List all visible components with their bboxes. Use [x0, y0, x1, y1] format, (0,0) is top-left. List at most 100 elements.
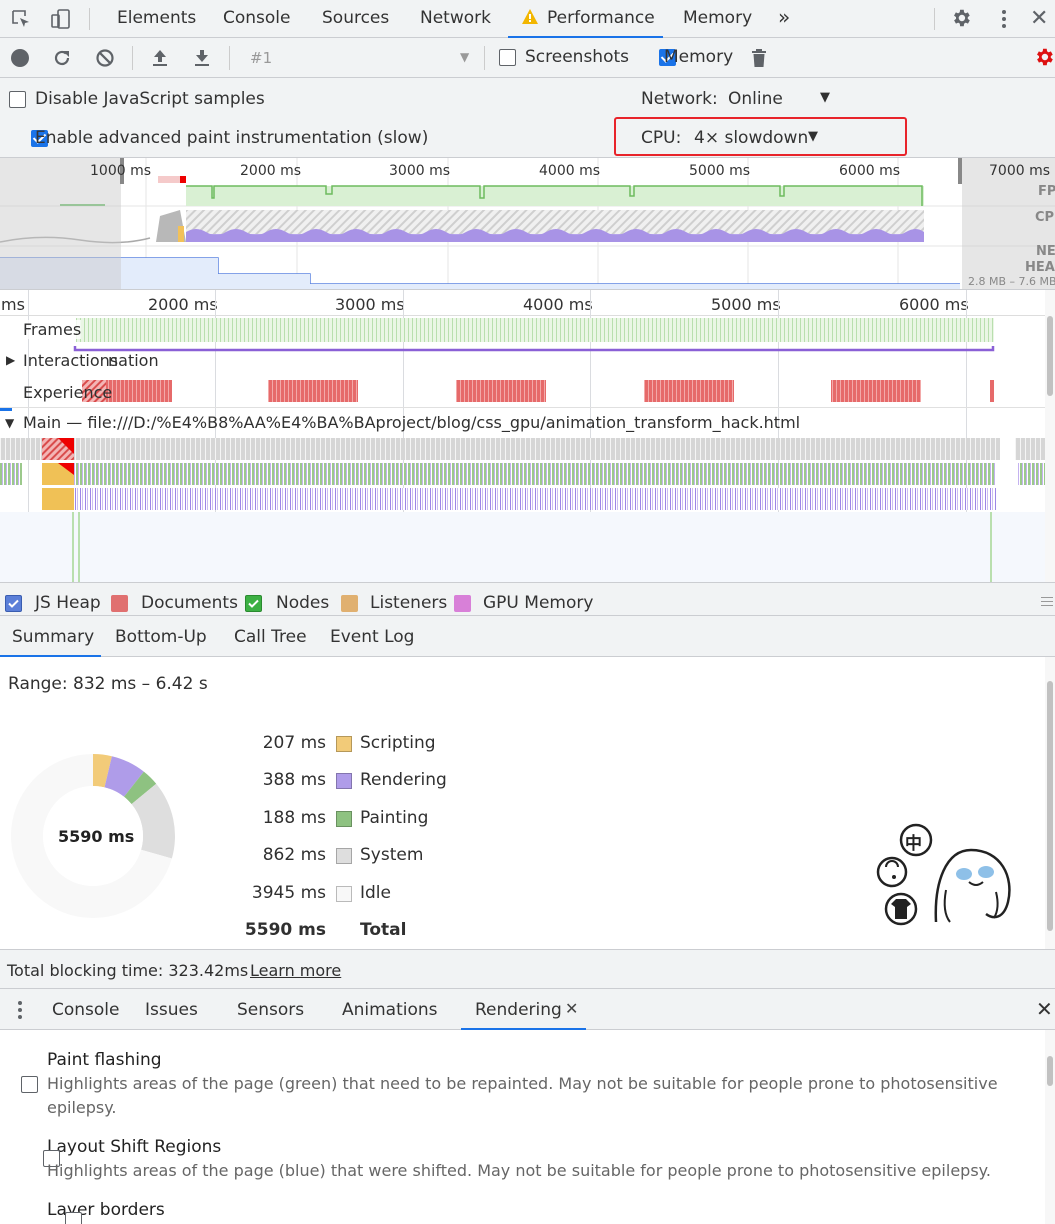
total-blocking-time: Total blocking time: 323.42ms [7, 961, 249, 980]
learn-more-link[interactable]: Learn more [250, 961, 341, 980]
tab-memory[interactable]: Memory [683, 8, 752, 28]
chevron-down-icon: ▼ [820, 90, 830, 105]
main-track-label[interactable]: Main — file:///D:/%E4%B8%AA%E4%BA%BAproj… [23, 413, 800, 432]
cpu-label: CPU [1035, 210, 1055, 225]
summary-label: Painting [360, 808, 429, 828]
drawer-tab-issues[interactable]: Issues [145, 1000, 198, 1020]
network-throttle-value: Online [728, 89, 783, 109]
summary-row-scripting: 207 ms Scripting [0, 733, 480, 757]
close-drawer-icon[interactable]: ✕ [1036, 997, 1053, 1021]
nodes-label: Nodes [276, 593, 330, 613]
nodes-checkbox[interactable] [245, 595, 262, 612]
sticker-badge-text: 中 [905, 834, 922, 854]
trash-icon[interactable] [748, 47, 770, 69]
tab-event-log[interactable]: Event Log [330, 627, 414, 647]
swatch-painting [336, 811, 352, 827]
overview-tick-1000: 1000 ms [90, 163, 152, 179]
summary-label: System [360, 845, 424, 865]
listeners-checkbox[interactable] [341, 595, 358, 612]
drawer-tab-animations[interactable]: Animations [342, 1000, 438, 1020]
overview-tick-3000: 3000 ms [389, 163, 451, 179]
details-tabs: Summary Bottom-Up Call Tree Event Log [0, 616, 1055, 657]
record-icon[interactable] [11, 49, 29, 67]
tab-summary[interactable]: Summary [0, 616, 101, 657]
drawer-tab-rendering[interactable]: Rendering ✕ [461, 989, 586, 1030]
advanced-paint-label: Enable advanced paint instrumentation (s… [35, 128, 429, 148]
tab-call-tree[interactable]: Call Tree [234, 627, 307, 647]
tab-elements[interactable]: Elements [117, 8, 196, 28]
js-heap-label: JS Heap [35, 593, 101, 613]
drawer-tab-console[interactable]: Console [52, 1000, 120, 1020]
download-icon[interactable] [191, 47, 213, 69]
reload-icon[interactable] [51, 47, 73, 69]
summary-row-system: 862 ms System [0, 845, 480, 869]
rendering-scrollbar-thumb[interactable] [1047, 1056, 1053, 1086]
summary-label: Scripting [360, 733, 436, 753]
tab-performance-label: Performance [547, 8, 655, 28]
summary-range: Range: 832 ms – 6.42 s [8, 674, 208, 694]
fps-label: FPS [1038, 184, 1055, 199]
memory-counters-bar: JS Heap Documents Nodes Listeners GPU Me… [0, 582, 1055, 616]
overview-tick-5000: 5000 ms [689, 163, 751, 179]
inspect-element-icon[interactable] [10, 8, 32, 30]
collapse-triangle-icon[interactable]: ▼ [5, 416, 14, 430]
close-tab-icon[interactable]: ✕ [565, 999, 578, 1018]
rendering-scrollbar[interactable] [1045, 1030, 1055, 1224]
tab-console[interactable]: Console [223, 8, 291, 28]
cpu-throttle-value: 4× slowdown [694, 128, 809, 148]
more-tabs-icon[interactable]: » [778, 5, 790, 29]
tab-performance[interactable]: Performance [508, 0, 663, 38]
experience-track-label: Experience [23, 383, 113, 402]
kebab-menu-icon[interactable] [1001, 9, 1007, 29]
overview-tick-6000: 6000 ms [839, 163, 901, 179]
timeline-overview[interactable]: 1000 ms 2000 ms 3000 ms 4000 ms 5000 ms … [0, 158, 1055, 290]
upload-icon[interactable] [149, 47, 171, 69]
screenshots-checkbox[interactable] [499, 49, 516, 66]
js-heap-checkbox[interactable] [5, 595, 22, 612]
paint-flashing-checkbox[interactable] [21, 1076, 38, 1093]
cpu-throttle-select[interactable]: 4× slowdown ▼ [686, 125, 826, 151]
screenshots-label: Screenshots [525, 47, 630, 67]
network-throttle-select[interactable]: Online ▼ [720, 86, 840, 112]
profile-select[interactable]: #1 ▼ [238, 46, 478, 70]
performance-toolbar: #1 ▼ Screenshots Memory [0, 38, 1055, 78]
chevron-down-icon: ▼ [460, 50, 470, 64]
chevron-down-icon: ▼ [808, 129, 818, 144]
flame-scrollbar-thumb[interactable] [1047, 316, 1053, 396]
capture-settings-gear-icon[interactable] [1033, 46, 1055, 68]
swatch-system [336, 848, 352, 864]
disable-js-samples-label: Disable JavaScript samples [35, 89, 265, 109]
summary-total-label: Total [360, 920, 407, 940]
device-toolbar-icon[interactable] [50, 8, 72, 30]
clear-icon[interactable] [94, 47, 116, 69]
disable-js-samples-checkbox[interactable] [9, 91, 26, 108]
documents-checkbox[interactable] [111, 595, 128, 612]
interactions-track-label[interactable]: Interactions [23, 351, 118, 370]
capture-settings-pane: Disable JavaScript samples Enable advanc… [0, 78, 1055, 158]
layout-shift-title: Layout Shift Regions [47, 1137, 222, 1157]
summary-scrollbar[interactable] [1045, 657, 1055, 949]
net-label: NET [1036, 244, 1055, 259]
gpu-memory-checkbox[interactable] [454, 595, 471, 612]
resize-handle-icon[interactable] [1041, 597, 1053, 606]
separator [934, 8, 935, 30]
expand-triangle-icon[interactable]: ▶ [6, 353, 15, 367]
tab-summary-label: Summary [12, 627, 95, 647]
flame-chart[interactable]: ms 2000 ms 3000 ms 4000 ms 5000 ms 6000 … [0, 290, 1045, 582]
close-devtools-icon[interactable]: ✕ [1030, 6, 1048, 31]
summary-scrollbar-thumb[interactable] [1047, 681, 1053, 931]
layer-borders-checkbox[interactable] [65, 1212, 83, 1224]
flame-scrollbar[interactable] [1045, 290, 1055, 582]
summary-value: 207 ms [262, 733, 326, 753]
gear-icon[interactable] [950, 7, 972, 29]
tab-network[interactable]: Network [420, 8, 491, 28]
swatch-scripting [336, 736, 352, 752]
track-focus-marker [0, 408, 12, 411]
tab-bottom-up[interactable]: Bottom-Up [115, 627, 207, 647]
overview-tick-2000: 2000 ms [240, 163, 302, 179]
drawer-menu-icon[interactable] [17, 1000, 23, 1020]
tab-sources[interactable]: Sources [322, 8, 389, 28]
rendering-panel: Paint flashing Highlights areas of the p… [0, 1030, 1045, 1224]
drawer-tab-sensors[interactable]: Sensors [237, 1000, 304, 1020]
summary-label: Rendering [360, 770, 447, 790]
